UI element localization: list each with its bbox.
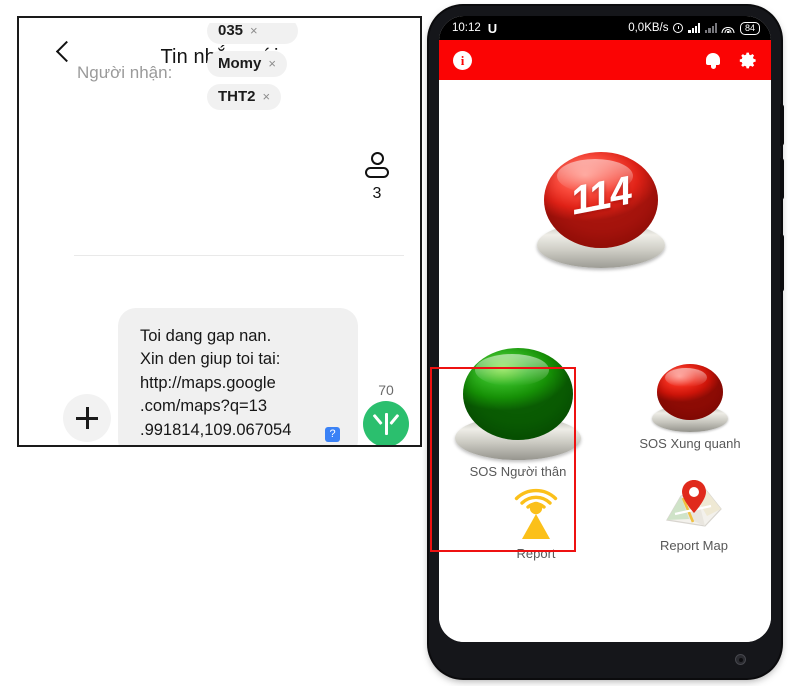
composer-divider (74, 255, 404, 256)
character-counter: 70 (378, 382, 394, 398)
tile-report[interactable]: Report (471, 480, 601, 561)
data-rate-text: 0,0KB/s (628, 22, 669, 34)
alarm-icon (673, 23, 684, 33)
phone-device: 10:12 U 0,0KB/s 84 i 114 SOS Người thân … (429, 6, 784, 678)
wifi-icon (721, 23, 735, 33)
gear-icon[interactable] (739, 51, 758, 70)
tile-report-map[interactable]: Report Map (629, 472, 759, 553)
tile-label: SOS Xung quanh (639, 436, 741, 451)
tile-label: Report Map (660, 538, 728, 553)
message-text: Toi dang gap nan. Xin den giup toi tai: … (140, 327, 292, 439)
bell-icon[interactable] (705, 52, 721, 69)
send-button[interactable] (363, 401, 409, 445)
status-time: 10:12 (452, 22, 481, 34)
power-button[interactable] (780, 234, 784, 292)
app-body: 114 SOS Người thân SOS Xung quanh Report… (439, 80, 771, 642)
chip-remove-icon[interactable]: × (268, 56, 276, 71)
tile-label: Report (516, 546, 556, 561)
signal-bars-dim-icon (705, 23, 717, 33)
send-area: 70 (363, 382, 409, 445)
recipient-count-value: 3 (372, 185, 382, 202)
phone-screen: 10:12 U 0,0KB/s 84 i 114 SOS Người thân … (439, 16, 771, 642)
recipient-chip[interactable]: Momy × (207, 51, 287, 77)
green-dome-button-icon (455, 348, 581, 460)
arrow-up-icon (384, 413, 388, 435)
map-pin-icon (629, 472, 759, 534)
broadcast-tower-icon (471, 480, 601, 542)
chip-label: Momy (218, 55, 262, 72)
emergency-114-button[interactable]: 114 (537, 152, 665, 268)
info-icon[interactable]: i (453, 50, 472, 70)
chip-remove-icon[interactable]: × (263, 89, 271, 104)
chip-label: THT2 (218, 88, 256, 105)
camera-dot-icon (735, 654, 746, 665)
recipients-label: Người nhận: (77, 63, 173, 82)
chip-remove-icon[interactable]: × (250, 23, 258, 38)
recipient-chips: 035 × Momy × THT2 × (207, 18, 298, 110)
volume-down-button[interactable] (780, 158, 784, 200)
chip-label: 035 (218, 22, 244, 39)
screenshot-root: Tin nhắn mới Người nhận: 035 × Momy × TH… (0, 0, 800, 686)
status-bar: 10:12 U 0,0KB/s 84 (439, 16, 771, 40)
add-attachment-button[interactable] (63, 394, 111, 442)
battery-indicator: 84 (739, 21, 760, 35)
app-header: i (439, 40, 771, 80)
chip-clip-mask (204, 18, 324, 23)
person-icon (360, 152, 394, 178)
tile-label: SOS Người thân (469, 464, 567, 479)
tile-sos-nguoi-than[interactable]: SOS Người thân (453, 348, 583, 479)
recipient-chip[interactable]: THT2 × (207, 84, 282, 110)
message-bubble[interactable]: Toi dang gap nan. Xin den giup toi tai: … (118, 308, 358, 445)
carrier-glyph-icon: U (487, 20, 498, 36)
tile-sos-xung-quanh[interactable]: SOS Xung quanh (625, 358, 755, 451)
sim-badge: ? (325, 427, 340, 443)
recipient-counter[interactable]: 3 (357, 152, 397, 203)
volume-up-button[interactable] (780, 104, 784, 146)
sms-composer-card: Tin nhắn mới Người nhận: 035 × Momy × TH… (17, 16, 422, 447)
red-dome-button-icon (652, 364, 728, 432)
signal-bars-icon (688, 23, 701, 33)
